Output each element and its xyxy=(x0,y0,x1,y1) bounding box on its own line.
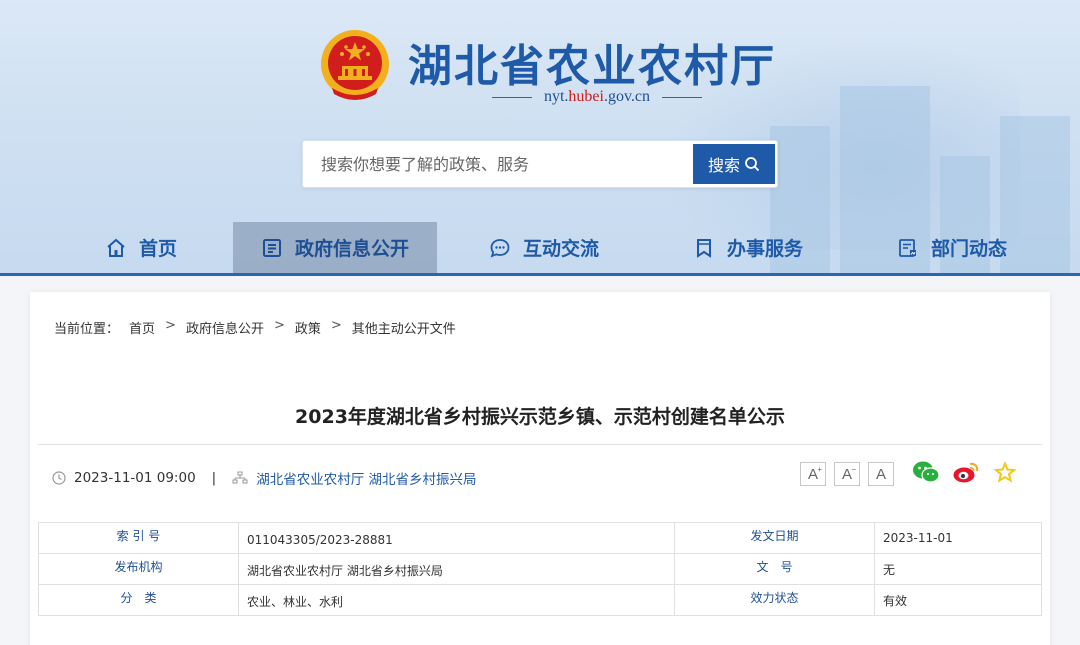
search-icon xyxy=(745,157,760,172)
article-source: 湖北省农业农村厅 湖北省乡村振兴局 xyxy=(256,472,477,488)
table-value: 农业、林业、水利 xyxy=(238,584,675,616)
article-meta: 2023-11-01 09:00 | 湖北省农业农村厅 湖北省乡村振兴局 xyxy=(52,468,477,488)
news-icon xyxy=(899,238,916,257)
font-size-controls: A + A − A xyxy=(800,462,894,486)
table-value: 2023-11-01 xyxy=(874,522,1042,554)
site-domain: nyt.hubei.gov.cn xyxy=(452,86,742,108)
search-button-label: 搜索 xyxy=(707,156,740,175)
url-prefix: nyt. xyxy=(543,88,569,105)
site-header: 湖北省农业农村厅 nyt.hubei.gov.cn 搜索 首页 xyxy=(0,0,1080,276)
weibo-icon[interactable] xyxy=(952,460,980,484)
nav-item-government-info[interactable]: 政府信息公开 xyxy=(233,222,437,273)
domain-right-line xyxy=(662,96,703,98)
bookmark-icon xyxy=(696,238,711,258)
table-label: 文 号 xyxy=(674,553,875,585)
table-value: 有效 xyxy=(874,584,1042,616)
font-increase-button[interactable]: A + xyxy=(800,462,826,486)
table-row: 索 引 号 011043305/2023-28881 发文日期 2023-11-… xyxy=(38,522,1042,554)
url-highlight: hubei xyxy=(568,88,604,105)
breadcrumb-separator: > xyxy=(273,318,285,333)
publish-datetime: 2023-11-01 09:00 xyxy=(74,470,196,486)
site-url[interactable]: nyt.hubei.gov.cn xyxy=(544,88,650,106)
breadcrumb-link-policy[interactable]: 政策 xyxy=(295,318,321,337)
nav-item-label: 互动交流 xyxy=(522,238,599,260)
document-info-table: 索 引 号 011043305/2023-28881 发文日期 2023-11-… xyxy=(38,522,1042,616)
wechat-icon[interactable] xyxy=(912,460,940,484)
nav-item-home[interactable]: 首页 xyxy=(86,222,196,273)
favorite-icon[interactable] xyxy=(992,460,1018,484)
table-label: 发文日期 xyxy=(674,522,875,554)
site-title: 湖北省农业农村厅 xyxy=(408,41,776,92)
domain-left-line xyxy=(491,96,532,98)
breadcrumb-link-other-files[interactable]: 其他主动公开文件 xyxy=(352,318,456,337)
breadcrumb-prefix: 当前位置： xyxy=(54,322,120,337)
breadcrumb-separator: > xyxy=(165,318,176,333)
table-value: 湖北省农业农村厅 湖北省乡村振兴局 xyxy=(238,553,675,585)
table-row: 分 类 农业、林业、水利 效力状态 有效 xyxy=(38,584,1042,616)
meta-divider: | xyxy=(211,470,217,486)
table-row: 发布机构 湖北省农业农村厅 湖北省乡村振兴局 文 号 无 xyxy=(38,553,1042,585)
nav-item-label: 首页 xyxy=(138,238,177,260)
font-button-label: A xyxy=(875,465,886,483)
organization-icon xyxy=(232,471,248,484)
font-reset-button[interactable]: A xyxy=(868,462,894,486)
table-label: 发布机构 xyxy=(38,553,239,585)
breadcrumb-separator: > xyxy=(330,318,342,333)
search-input[interactable] xyxy=(303,141,691,187)
search-button[interactable]: 搜索 xyxy=(693,144,775,184)
nav-item-interaction[interactable]: 互动交流 xyxy=(474,222,614,273)
search-box: 搜索 xyxy=(302,140,778,188)
breadcrumb-link-home[interactable]: 首页 xyxy=(129,318,155,337)
breadcrumb-link-government-info[interactable]: 政府信息公开 xyxy=(186,318,264,337)
table-value: 011043305/2023-28881 xyxy=(238,522,675,554)
breadcrumb: 当前位置： 首页 > 政府信息公开 > 政策 > 其他主动公开文件 xyxy=(54,318,456,337)
article-title: 2023年度湖北省乡村振兴示范乡镇、示范村创建名单公示 xyxy=(295,406,785,428)
nav-item-services[interactable]: 办事服务 xyxy=(678,222,818,273)
nav-item-department-news[interactable]: 部门动态 xyxy=(882,222,1022,273)
nav-item-label: 办事服务 xyxy=(726,238,803,260)
table-label: 分 类 xyxy=(38,584,239,616)
plus-icon: + xyxy=(817,465,822,474)
chat-icon xyxy=(490,238,510,258)
share-controls xyxy=(912,460,1018,484)
table-value: 无 xyxy=(874,553,1042,585)
home-icon xyxy=(107,238,125,257)
url-suffix: .gov.cn xyxy=(603,88,651,105)
font-decrease-button[interactable]: A − xyxy=(834,462,860,486)
clock-icon xyxy=(52,471,66,485)
article-card: 当前位置： 首页 > 政府信息公开 > 政策 > 其他主动公开文件 2023年度… xyxy=(30,292,1050,645)
nav-item-label: 政府信息公开 xyxy=(294,238,409,260)
document-icon xyxy=(262,238,281,257)
national-emblem-icon xyxy=(321,30,389,100)
header-bottom-line xyxy=(0,273,1080,276)
table-label: 效力状态 xyxy=(674,584,875,616)
minus-icon: − xyxy=(851,465,856,474)
nav-item-label: 部门动态 xyxy=(930,238,1007,260)
title-divider xyxy=(38,444,1042,445)
table-label: 索 引 号 xyxy=(38,522,239,554)
main-nav: 首页 政府信息公开 互动交流 办事服务 部门动态 xyxy=(0,222,1080,273)
